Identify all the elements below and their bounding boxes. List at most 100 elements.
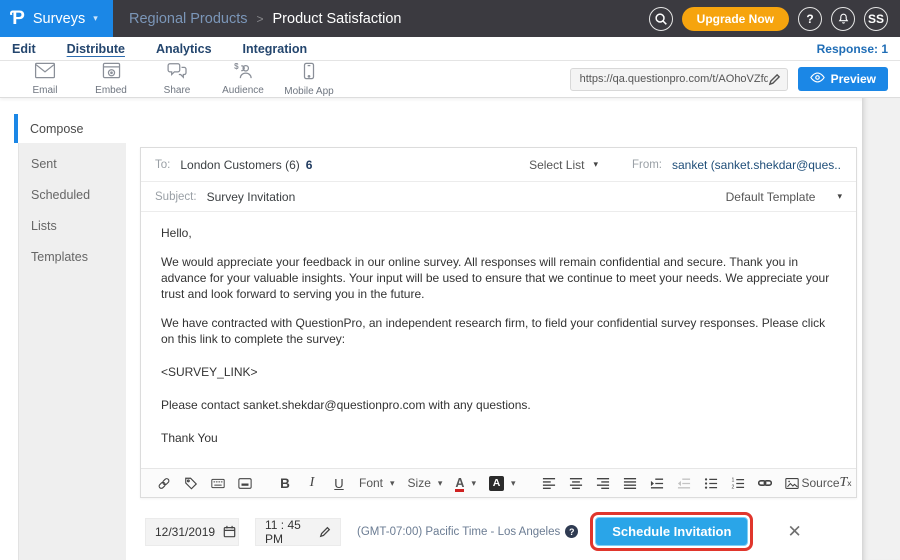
remove-format-t: T xyxy=(839,475,847,491)
align-center-icon[interactable] xyxy=(569,477,583,490)
sidebar-item-compose[interactable]: Compose xyxy=(14,114,126,143)
channel-label: Mobile App xyxy=(284,86,333,97)
page: Ƥ Surveys ▾ Regional Products > Product … xyxy=(0,0,900,560)
schedule-time-input[interactable]: 11 : 45 PM xyxy=(255,518,341,546)
source-button[interactable]: Source xyxy=(812,476,826,490)
channel-label: Share xyxy=(164,85,191,96)
close-icon[interactable]: ✕ xyxy=(787,522,801,542)
breadcrumb-separator: > xyxy=(257,12,264,26)
bold-button[interactable]: B xyxy=(278,476,292,491)
breadcrumb-parent[interactable]: Regional Products xyxy=(129,11,248,27)
chevron-down-icon: ▾ xyxy=(390,479,395,488)
select-list-dropdown[interactable]: Select List ▾ xyxy=(529,158,598,172)
channel-email[interactable]: Email xyxy=(12,62,78,96)
align-right-icon[interactable] xyxy=(596,477,610,490)
timezone-help-icon[interactable]: ? xyxy=(565,525,578,538)
compose-sidebar: Sent Scheduled Lists Templates xyxy=(18,143,126,560)
survey-url-field[interactable] xyxy=(570,68,788,91)
embed-icon xyxy=(102,62,121,84)
calendar-icon xyxy=(223,525,236,538)
header-actions: Upgrade Now ? SS xyxy=(649,7,900,31)
subject-value[interactable]: Survey Invitation xyxy=(207,190,296,204)
recipients-row: To: London Customers (6) 6 Select List ▾… xyxy=(141,148,856,182)
audience-icon: $ xyxy=(233,62,254,84)
survey-link-group: Preview xyxy=(570,67,888,91)
insert-link-icon[interactable] xyxy=(157,476,171,491)
from-label: From: xyxy=(632,159,662,171)
align-justify-icon[interactable] xyxy=(623,477,637,490)
to-label: To: xyxy=(155,159,170,171)
text-color-button[interactable]: A ▾ xyxy=(455,476,476,491)
remove-format-x: x xyxy=(847,478,851,488)
body-paragraph: Hello, xyxy=(161,225,836,241)
schedule-invitation-button[interactable]: Schedule Invitation xyxy=(595,517,748,546)
chevron-down-icon: ▾ xyxy=(593,160,598,169)
italic-button[interactable]: I xyxy=(305,475,319,491)
body-paragraph: We would appreciate your feedback in our… xyxy=(161,254,836,302)
email-body-editor[interactable]: Hello, We would appreciate your feedback… xyxy=(141,212,856,468)
indent-increase-icon[interactable] xyxy=(650,477,664,490)
size-label: Size xyxy=(408,476,431,490)
edit-time-pencil-icon xyxy=(319,526,331,538)
help-icon[interactable]: ? xyxy=(798,7,822,31)
product-switcher[interactable]: Ƥ Surveys ▾ xyxy=(0,0,113,37)
timezone-text: (GMT-07:00) Pacific Time - Los Angeles xyxy=(357,526,560,538)
chevron-down-icon: ▾ xyxy=(93,14,98,23)
select-list-label: Select List xyxy=(529,158,584,172)
subject-label: Subject: xyxy=(155,191,197,203)
insert-image-icon[interactable] xyxy=(785,477,799,490)
sidebar-item-scheduled[interactable]: Scheduled xyxy=(19,179,126,210)
align-left-icon[interactable] xyxy=(542,477,556,490)
channel-mobile-app[interactable]: Mobile App xyxy=(276,62,342,97)
notifications-bell-icon[interactable] xyxy=(831,7,855,31)
sidebar-item-templates[interactable]: Templates xyxy=(19,241,126,272)
user-avatar[interactable]: SS xyxy=(864,7,888,31)
background-color-icon: A xyxy=(489,476,504,491)
tab-integration[interactable]: Integration xyxy=(243,42,308,56)
from-sender-value[interactable]: sanket (sanket.shekdar@ques... xyxy=(672,158,842,172)
tag-icon[interactable] xyxy=(184,476,198,491)
background-color-button[interactable]: A ▾ xyxy=(489,476,516,491)
keyboard-icon[interactable] xyxy=(211,477,225,490)
page-right-gutter xyxy=(862,98,900,560)
button-widget-icon[interactable] xyxy=(238,477,252,490)
response-count[interactable]: Response: 1 xyxy=(817,42,888,56)
distribute-channel-bar: Email Embed Share $ Audience Mobile App xyxy=(0,61,900,98)
tab-distribute[interactable]: Distribute xyxy=(67,42,125,56)
schedule-date-input[interactable]: 12/31/2019 xyxy=(145,518,239,546)
sidebar-item-lists[interactable]: Lists xyxy=(19,210,126,241)
bullet-list-icon[interactable] xyxy=(704,477,718,490)
tab-edit[interactable]: Edit xyxy=(12,42,36,56)
underline-button[interactable]: U xyxy=(332,476,346,491)
survey-url-input[interactable] xyxy=(580,73,768,85)
schedule-controls: 12/31/2019 11 : 45 PM (GMT-07:00) Pacifi… xyxy=(145,512,802,551)
to-recipients-value[interactable]: London Customers (6) xyxy=(180,158,299,172)
hyperlink-icon[interactable] xyxy=(758,476,772,490)
channel-share[interactable]: Share xyxy=(144,62,210,96)
tab-analytics[interactable]: Analytics xyxy=(156,42,212,56)
channel-audience[interactable]: $ Audience xyxy=(210,62,276,96)
upgrade-now-button[interactable]: Upgrade Now xyxy=(682,7,789,31)
search-icon[interactable] xyxy=(649,7,673,31)
source-label: Source xyxy=(802,476,840,490)
body-paragraph: We have contracted with QuestionPro, an … xyxy=(161,315,836,347)
template-label: Default Template xyxy=(726,190,816,204)
font-family-dropdown[interactable]: Font ▾ xyxy=(359,476,395,490)
envelope-icon xyxy=(34,62,56,84)
svg-text:1: 1 xyxy=(731,477,734,483)
channel-embed[interactable]: Embed xyxy=(78,62,144,96)
numbered-list-icon[interactable]: 12 xyxy=(731,477,745,490)
preview-button[interactable]: Preview xyxy=(798,67,888,91)
text-color-icon: A xyxy=(455,476,464,491)
edit-url-pencil-icon[interactable] xyxy=(768,73,781,86)
schedule-date-value: 12/31/2019 xyxy=(155,525,215,539)
template-dropdown[interactable]: Default Template ▾ xyxy=(726,190,842,204)
font-size-dropdown[interactable]: Size ▾ xyxy=(408,476,443,490)
remove-format-icon[interactable]: Tx xyxy=(839,475,853,491)
compose-email-card: To: London Customers (6) 6 Select List ▾… xyxy=(140,147,857,498)
indent-decrease-icon[interactable] xyxy=(677,477,691,490)
timezone-label: (GMT-07:00) Pacific Time - Los Angeles ? xyxy=(357,525,578,538)
channel-label: Email xyxy=(32,85,57,96)
sidebar-item-sent[interactable]: Sent xyxy=(19,148,126,179)
questionpro-logo-icon: Ƥ xyxy=(10,9,25,28)
